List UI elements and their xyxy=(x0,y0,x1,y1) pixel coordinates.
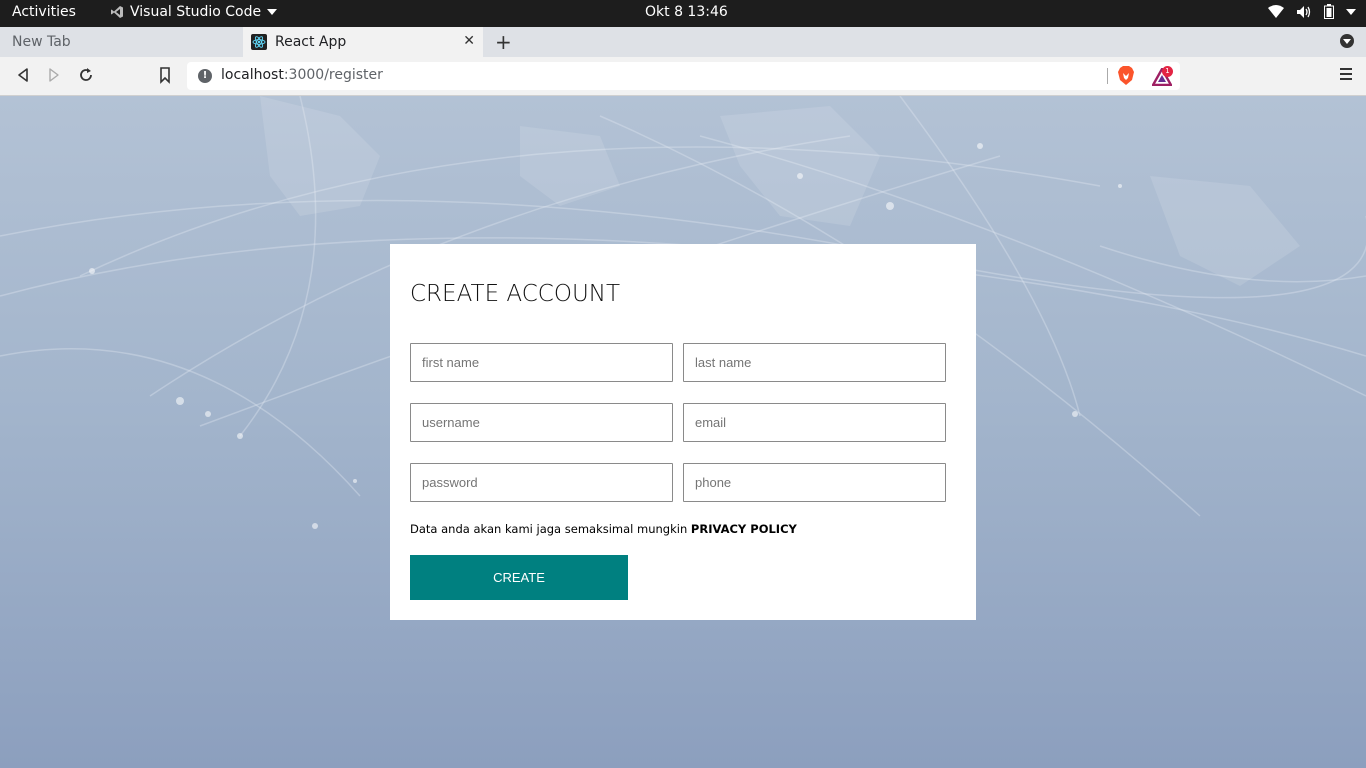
phone-input[interactable] xyxy=(683,463,946,502)
power-menu-icon xyxy=(1346,8,1356,15)
username-input[interactable] xyxy=(410,403,673,442)
privacy-policy-link[interactable]: PRIVACY POLICY xyxy=(691,522,797,536)
tab-react-app[interactable]: React App ✕ xyxy=(243,27,483,57)
agreement-statement: Data anda akan kami jaga semaksimal mung… xyxy=(410,522,691,536)
tab-new-tab[interactable]: New Tab xyxy=(0,27,242,57)
bookmark-icon[interactable] xyxy=(155,65,175,85)
first-name-input[interactable] xyxy=(410,343,673,382)
divider xyxy=(1107,68,1108,84)
app-name: Visual Studio Code xyxy=(130,4,262,20)
back-icon[interactable] xyxy=(13,65,33,85)
site-info-icon[interactable]: ! xyxy=(198,69,212,83)
page-title: CREATE ACCOUNT xyxy=(410,281,621,307)
forward-icon[interactable] xyxy=(44,65,64,85)
close-icon[interactable]: ✕ xyxy=(463,33,475,49)
create-button[interactable]: CREATE xyxy=(410,555,628,600)
brave-rewards-icon[interactable]: 1 xyxy=(1152,66,1178,86)
browser-toolbar: ! localhost:3000/register 1 xyxy=(0,57,1366,96)
wifi-icon xyxy=(1268,4,1284,18)
password-input[interactable] xyxy=(410,463,673,502)
register-form xyxy=(410,343,956,502)
vscode-icon xyxy=(111,6,123,18)
tab-strip: New Tab React App ✕ + xyxy=(0,27,1366,57)
brave-shields-icon[interactable] xyxy=(1117,66,1135,86)
tab-menu-icon[interactable] xyxy=(1340,34,1354,48)
notification-badge: 1 xyxy=(1162,66,1173,77)
system-tray[interactable] xyxy=(1268,4,1356,19)
url-path: :3000/register xyxy=(283,67,383,83)
activities-button[interactable]: Activities xyxy=(12,4,76,20)
last-name-input[interactable] xyxy=(683,343,946,382)
email-input[interactable] xyxy=(683,403,946,442)
page-content: CREATE ACCOUNT Data anda akan kami jaga … xyxy=(0,96,1366,768)
tab-label: New Tab xyxy=(12,34,71,50)
register-card: CREATE ACCOUNT Data anda akan kami jaga … xyxy=(390,244,976,620)
dropdown-caret-icon xyxy=(267,9,278,15)
address-bar[interactable]: ! localhost:3000/register 1 xyxy=(187,62,1180,90)
url-host: localhost xyxy=(221,67,284,83)
url-text[interactable]: localhost:3000/register xyxy=(221,67,383,83)
app-menu[interactable]: Visual Studio Code xyxy=(110,4,278,20)
reload-icon[interactable] xyxy=(76,65,96,85)
plus-icon[interactable]: + xyxy=(495,30,512,54)
react-favicon xyxy=(251,34,267,50)
system-top-bar: Activities Visual Studio Code Okt 8 13:4… xyxy=(0,0,1366,27)
agreement-text: Data anda akan kami jaga semaksimal mung… xyxy=(410,522,956,536)
clock[interactable]: Okt 8 13:46 xyxy=(645,4,728,20)
tab-label: React App xyxy=(275,34,347,50)
menu-icon[interactable] xyxy=(1340,68,1352,83)
battery-icon xyxy=(1324,4,1334,19)
volume-icon xyxy=(1297,5,1311,18)
